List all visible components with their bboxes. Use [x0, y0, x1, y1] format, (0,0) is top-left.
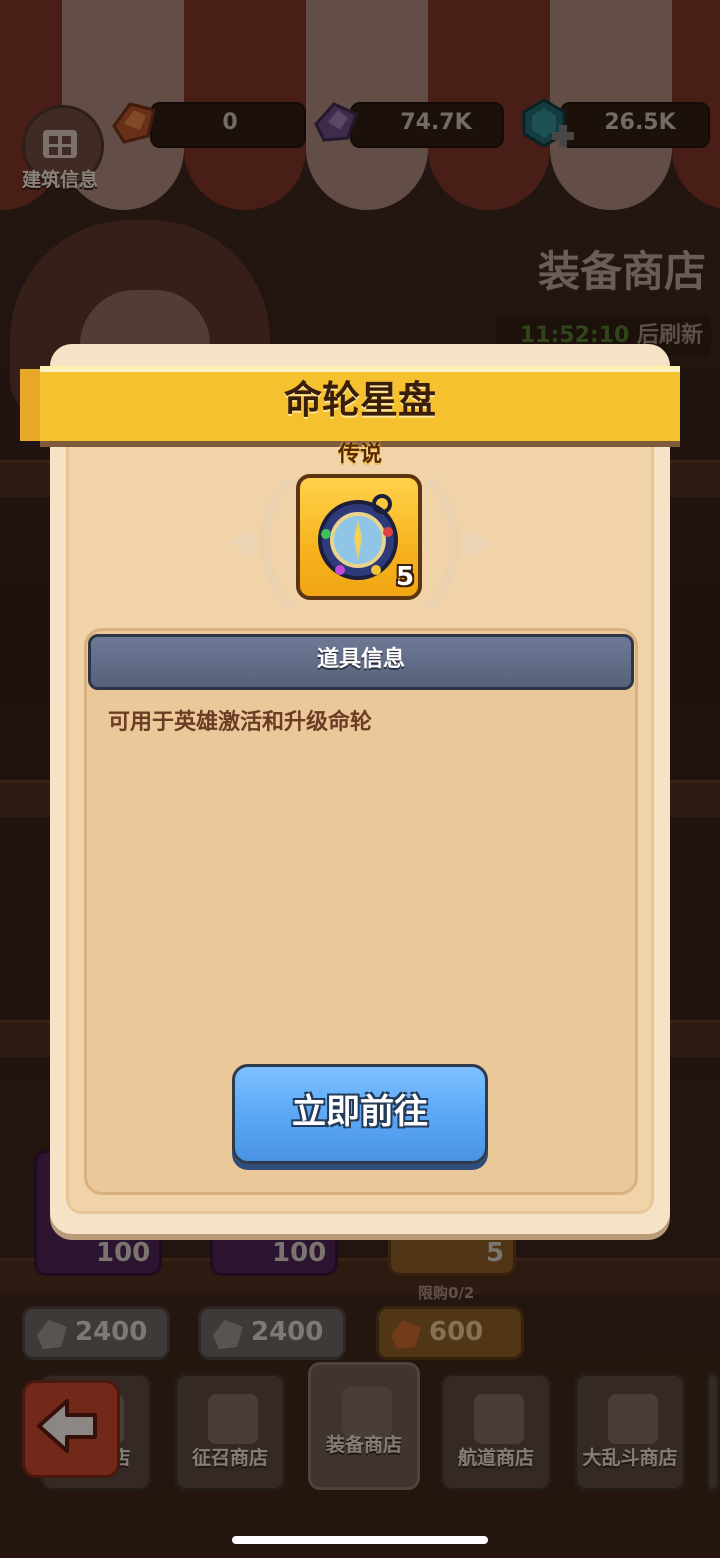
item-quantity: 5 [396, 562, 415, 592]
item-info-title: 道具信息 [316, 647, 405, 672]
home-indicator[interactable] [232, 1536, 488, 1544]
go-now-label[interactable]: 立即前往 [232, 1084, 488, 1133]
rarity-label: 传说 [337, 442, 382, 467]
modal-title: 命轮星盘 [283, 378, 436, 422]
item-description: 可用于英雄激活和升级命轮 [108, 710, 373, 735]
